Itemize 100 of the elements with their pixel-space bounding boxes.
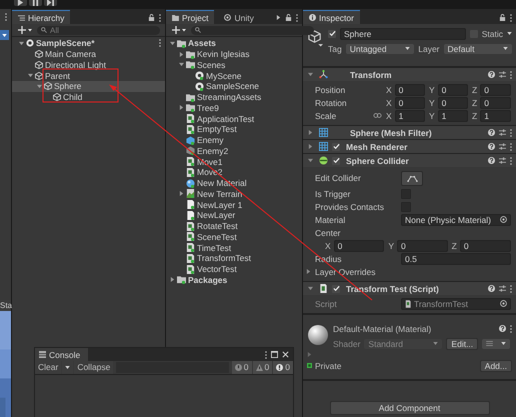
search-field[interactable]: All xyxy=(37,26,160,34)
settings-icon[interactable] xyxy=(499,143,506,150)
lock-icon[interactable] xyxy=(148,14,155,21)
warning-count-button[interactable]: 0 xyxy=(252,361,272,374)
layer-dropdown[interactable]: Default xyxy=(444,44,512,54)
number-field[interactable]: 1 xyxy=(480,110,511,122)
collapsed-arrow-icon[interactable] xyxy=(170,277,174,282)
asset-item[interactable]: Enemy2 xyxy=(166,146,302,156)
expanded-arrow-icon[interactable] xyxy=(170,40,174,46)
inspector-tab[interactable]: Inspector xyxy=(303,10,360,24)
cube-icon[interactable] xyxy=(308,30,323,47)
clear-button[interactable]: Clear xyxy=(35,361,62,374)
asset-item[interactable]: Packages xyxy=(166,274,302,286)
asset-item[interactable]: SampleScene xyxy=(166,81,302,92)
component-header[interactable]: Mesh Renderer xyxy=(303,140,516,153)
number-field[interactable]: 0 xyxy=(397,240,448,252)
number-field[interactable]: 0 xyxy=(438,96,468,108)
object-field[interactable]: None (Physic Material) xyxy=(401,214,511,226)
number-field[interactable]: 0 xyxy=(480,96,511,108)
help-icon[interactable] xyxy=(488,285,495,292)
number-field[interactable]: 0 xyxy=(438,84,468,96)
active-checkbox[interactable] xyxy=(328,30,336,38)
expanded-arrow-icon[interactable] xyxy=(36,84,42,89)
enabled-checkbox[interactable] xyxy=(332,142,340,150)
dropdown-button[interactable] xyxy=(0,30,9,40)
pause-button[interactable] xyxy=(29,0,42,6)
asset-item[interactable]: Enemy xyxy=(166,134,302,146)
expanded-arrow-icon[interactable] xyxy=(18,40,24,46)
maximize-icon[interactable] xyxy=(271,351,278,358)
number-field[interactable]: 0 xyxy=(394,96,425,108)
asset-item[interactable]: Assets xyxy=(166,38,302,49)
hierarchy-item[interactable]: Parent xyxy=(12,70,165,81)
play-button[interactable] xyxy=(14,0,27,6)
settings-icon[interactable] xyxy=(499,285,506,292)
asset-item[interactable]: Tree9 xyxy=(166,102,302,114)
number-field[interactable]: 1 xyxy=(438,110,468,122)
number-field[interactable]: 0 xyxy=(480,84,511,96)
collapse-button[interactable]: Collapse xyxy=(74,361,114,374)
error-count-button[interactable]: 0 xyxy=(273,361,293,374)
collapsed-arrow-icon[interactable] xyxy=(308,130,313,135)
number-field[interactable]: 1 xyxy=(394,110,425,122)
expanded-arrow-icon[interactable] xyxy=(308,158,313,163)
lock-icon[interactable] xyxy=(285,14,292,21)
collapsed-arrow-icon[interactable] xyxy=(178,52,184,57)
collapsed-arrow-icon[interactable] xyxy=(306,269,311,274)
info-count-button[interactable]: 0 xyxy=(232,361,252,374)
panel-tab[interactable]: Project xyxy=(166,10,214,24)
edit-button[interactable]: Edit... xyxy=(446,338,478,350)
hierarchy-item[interactable]: Sphere xyxy=(12,81,165,92)
asset-item[interactable]: ApplicationTest xyxy=(166,113,302,124)
step-button[interactable] xyxy=(44,0,57,6)
help-icon[interactable] xyxy=(488,129,495,136)
asset-item[interactable]: TimeTest xyxy=(166,242,302,253)
help-icon[interactable] xyxy=(488,143,495,150)
asset-item[interactable]: MyScene xyxy=(166,70,302,81)
panel-tab[interactable]: Unity xyxy=(218,11,260,24)
edit-collider-button[interactable] xyxy=(401,170,423,186)
collapsed-arrow-icon[interactable] xyxy=(178,105,184,110)
enabled-checkbox[interactable] xyxy=(332,156,340,164)
number-field[interactable]: 0.5 xyxy=(401,252,511,264)
clear-options-button[interactable] xyxy=(62,361,74,374)
tag-dropdown[interactable]: Untagged xyxy=(346,44,414,54)
collapsed-arrow-icon[interactable] xyxy=(308,144,313,149)
expanded-arrow-icon[interactable] xyxy=(308,72,313,77)
help-icon[interactable] xyxy=(488,71,495,78)
asset-item[interactable]: Kevin Iglesias xyxy=(166,48,302,60)
asset-item[interactable]: SceneTest xyxy=(166,232,302,242)
add-button[interactable]: Add... xyxy=(480,360,512,372)
asset-item[interactable]: StreamingAssets xyxy=(166,92,302,102)
asset-item[interactable]: TransformTest xyxy=(166,253,302,264)
hierarchy-item[interactable]: Main Camera xyxy=(12,48,165,60)
console-tab[interactable]: Console xyxy=(35,348,88,361)
add-button[interactable] xyxy=(170,26,188,34)
caret-icon[interactable] xyxy=(507,32,512,35)
link-icon[interactable] xyxy=(373,113,382,118)
asset-item[interactable]: New Terrain xyxy=(166,188,302,200)
close-icon[interactable] xyxy=(282,351,289,358)
hierarchy-tab[interactable]: Hierarchy xyxy=(12,10,70,24)
foldout-label[interactable]: Layer Overrides xyxy=(315,266,376,276)
expanded-arrow-icon[interactable] xyxy=(308,286,313,291)
help-icon[interactable] xyxy=(499,325,506,332)
settings-icon[interactable] xyxy=(499,157,506,164)
enabled-checkbox[interactable] xyxy=(332,284,340,292)
number-field[interactable]: 0 xyxy=(334,240,384,252)
name-field[interactable]: Sphere xyxy=(340,28,466,40)
number-field[interactable]: 0 xyxy=(394,84,425,96)
asset-item[interactable]: VectorTest xyxy=(166,264,302,274)
asset-item[interactable]: NewLayer xyxy=(166,210,302,221)
settings-icon[interactable] xyxy=(499,71,506,78)
asset-item[interactable]: NewLayer 1 xyxy=(166,199,302,210)
more-tabs-icon[interactable] xyxy=(276,15,281,20)
layout-dropdown[interactable] xyxy=(482,338,510,348)
add-button[interactable] xyxy=(16,26,34,34)
component-header[interactable]: Transform xyxy=(303,68,516,81)
scene-tab[interactable]: Sta xyxy=(0,300,11,311)
hierarchy-item[interactable]: SampleScene* xyxy=(12,38,165,49)
target-icon[interactable] xyxy=(500,216,507,223)
asset-item[interactable]: RotateTest xyxy=(166,220,302,232)
component-header[interactable]: Sphere (Mesh Filter) xyxy=(303,126,516,139)
add-component-button[interactable]: Add Component xyxy=(330,401,490,415)
